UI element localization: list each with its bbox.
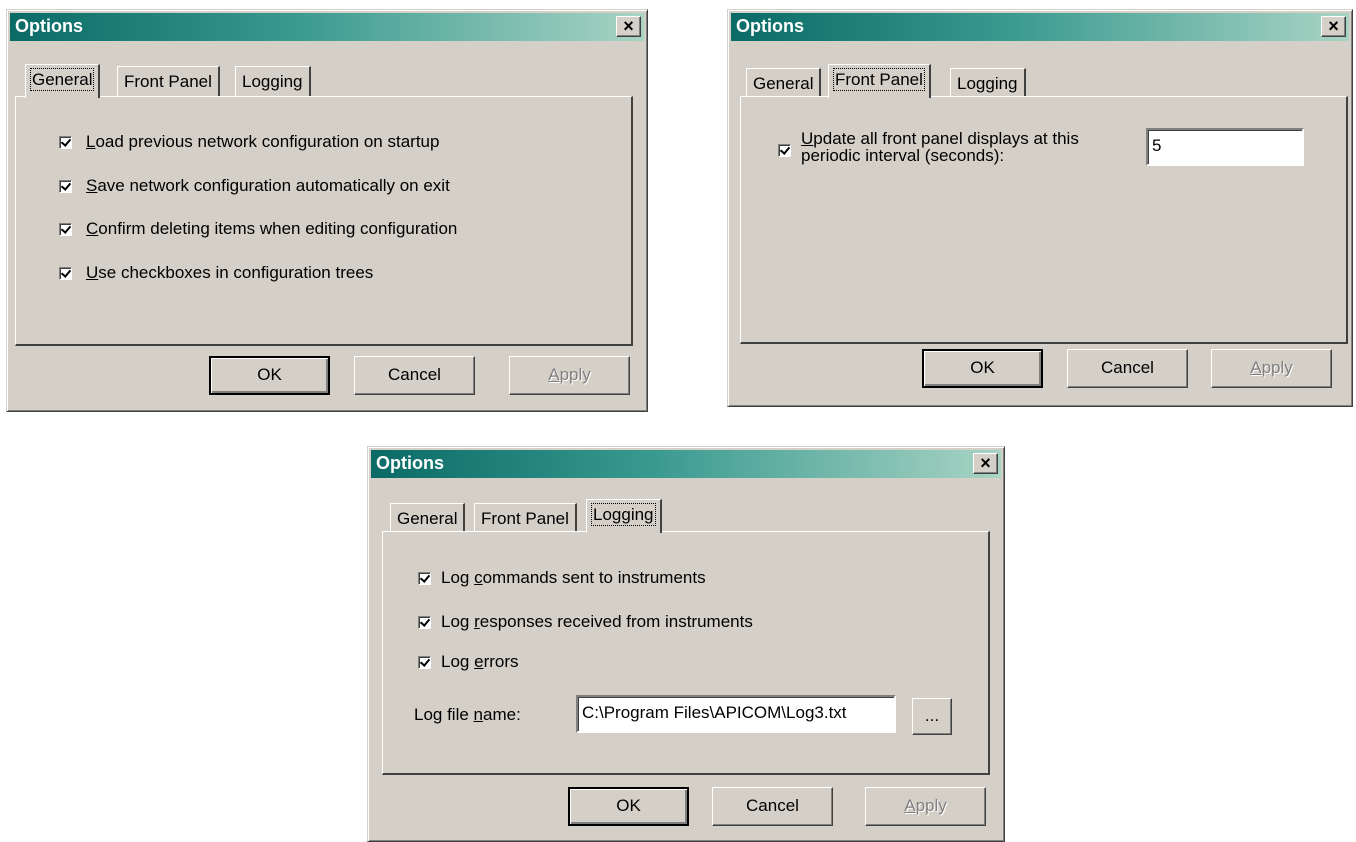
tab-label: Logging [242,72,303,91]
checkbox-checked[interactable] [418,615,431,629]
close-button[interactable]: × [973,453,998,474]
cancel-button[interactable]: Cancel [712,787,833,826]
ok-button[interactable]: OK [922,349,1043,388]
apply-button[interactable]: Apply [509,356,630,395]
checkbox-checked[interactable] [59,222,72,236]
checkbox-checked[interactable] [59,179,72,193]
update-interval-input[interactable]: 5 [1146,128,1304,166]
close-button[interactable]: × [616,16,641,37]
checkbox-checked[interactable] [778,144,791,157]
tab-label: Front Panel [481,509,569,528]
tab-general[interactable]: General [25,64,101,98]
checkbox-checked[interactable] [418,571,431,585]
checkbox-checked[interactable] [59,135,72,149]
ok-button[interactable]: OK [568,787,689,826]
browse-button[interactable]: ... [912,698,952,735]
confirm-deleting-items-checkbox[interactable]: Confirm deleting items when editing conf… [59,219,457,239]
log-commands-checkbox[interactable]: Log commands sent to instruments [418,568,706,588]
cancel-button[interactable]: Cancel [1067,349,1188,388]
options-dialog-front-panel: Options × General Front Panel Logging Up… [727,9,1353,407]
checkbox-label: Log errors [441,652,519,671]
checkbox-label: Update all front panel displays at this p… [801,129,1079,165]
checkbox-label: Log responses received from instruments [441,612,753,631]
checkbox-checked[interactable] [59,266,72,280]
tab-label: General [29,68,95,91]
checkbox-checked[interactable] [418,655,431,669]
log-file-name-input[interactable]: C:\Program Files\APICOM\Log3.txt [576,695,896,733]
tab-label: General [397,509,458,528]
tab-label: Logging [957,74,1018,93]
log-file-name-label: Log file name: [414,705,521,724]
tab-logging[interactable]: Logging [950,68,1026,98]
load-previous-config-checkbox[interactable]: Load previous network configuration on s… [59,132,439,152]
checkbox-label: Log commands sent to instruments [441,568,706,587]
tab-front-panel[interactable]: Front Panel [117,66,220,96]
save-config-on-exit-checkbox[interactable]: Save network configuration automatically… [59,176,450,196]
checkbox-label: Load previous network configuration on s… [86,132,440,151]
title-bar[interactable]: Options × [10,13,644,41]
title-bar[interactable]: Options × [731,13,1349,41]
update-front-panel-checkbox[interactable]: Update all front panel displays at this p… [778,130,1079,164]
checkbox-label: Confirm deleting items when editing conf… [86,219,458,238]
options-dialog-general: Options × General Front Panel Logging Lo… [6,9,648,412]
cancel-button[interactable]: Cancel [354,356,475,395]
use-checkboxes-in-trees-checkbox[interactable]: Use checkboxes in configuration trees [59,263,373,283]
tab-logging[interactable]: Logging [235,66,311,96]
dialog-title: Options [376,453,444,473]
tab-front-panel[interactable]: Front Panel [474,503,577,533]
dialog-title: Options [15,16,83,36]
dialog-title: Options [736,16,804,36]
tab-label: Front Panel [833,68,925,91]
close-button[interactable]: × [1321,16,1346,37]
log-responses-checkbox[interactable]: Log responses received from instruments [418,612,753,632]
options-dialog-logging: Options × General Front Panel Logging Lo… [367,446,1005,842]
tab-logging[interactable]: Logging [586,499,662,533]
title-bar[interactable]: Options × [371,450,1001,478]
log-errors-checkbox[interactable]: Log errors [418,652,519,672]
apply-button[interactable]: Apply [1211,349,1332,388]
tab-general[interactable]: General [746,68,822,98]
apply-button[interactable]: Apply [865,787,986,826]
tab-label: Front Panel [124,72,212,91]
tab-label: General [753,74,814,93]
tab-general[interactable]: General [390,503,466,533]
checkbox-label: Use checkboxes in configuration trees [86,263,374,282]
tab-label: Logging [591,503,656,526]
ok-button[interactable]: OK [209,356,330,395]
checkbox-label: Save network configuration automatically… [86,176,450,195]
tab-front-panel[interactable]: Front Panel [828,64,931,98]
